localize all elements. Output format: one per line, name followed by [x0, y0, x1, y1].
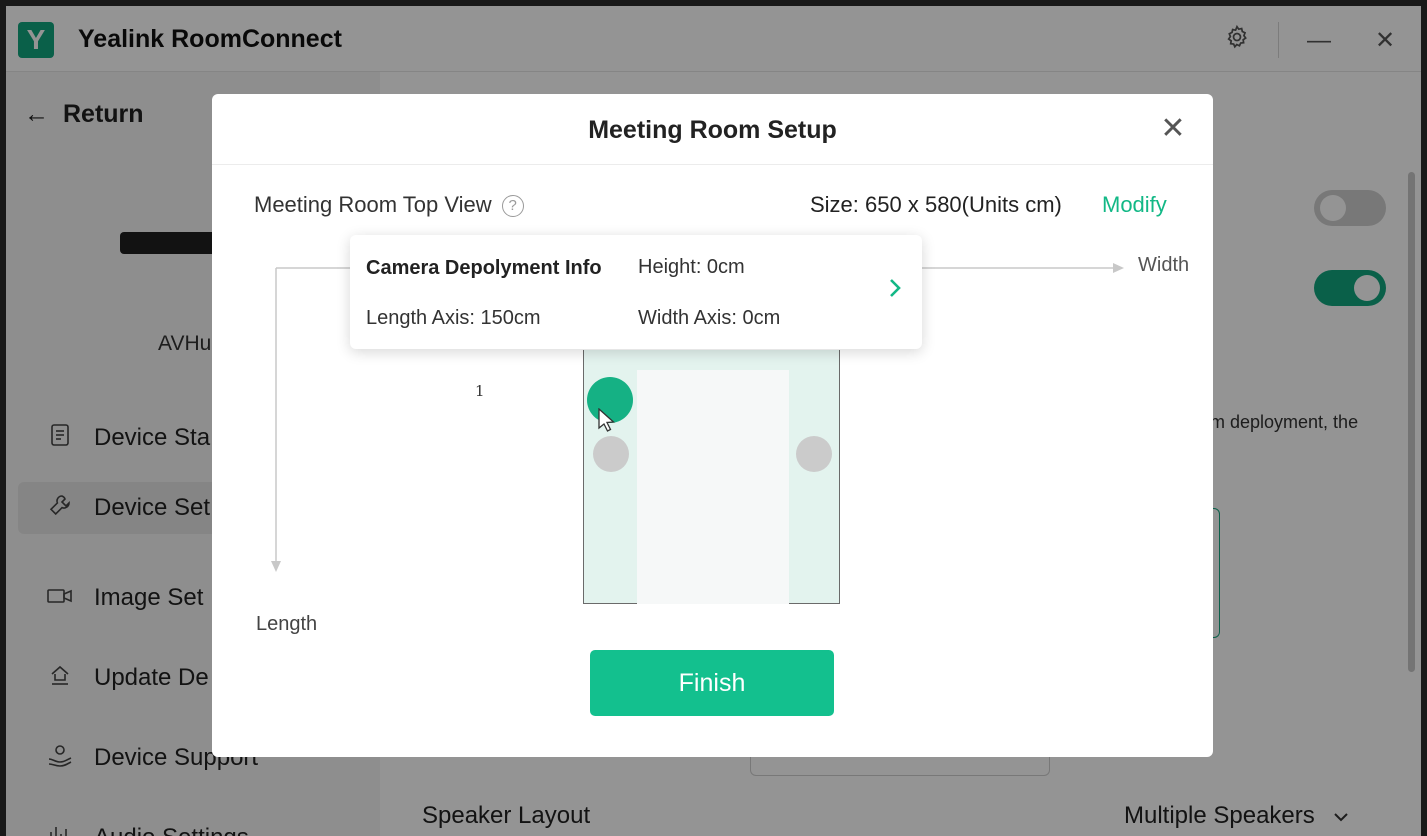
width-axis-label: Width [1138, 254, 1190, 276]
meeting-room-setup-dialog: Meeting Room Setup ✕ Meeting Room Top Vi… [212, 94, 1213, 757]
camera-length-axis: Length Axis: 150cm [366, 307, 541, 329]
camera-info-title: Camera Depolyment Info [366, 257, 602, 279]
camera-height: Height: 0cm [638, 256, 745, 278]
mouse-cursor-icon [598, 408, 616, 432]
finish-button[interactable]: Finish [590, 650, 834, 716]
chevron-right-icon[interactable] [888, 275, 902, 305]
length-axis-label: Length [256, 613, 318, 635]
seat-marker-left[interactable] [593, 436, 629, 472]
meeting-table [637, 370, 789, 604]
camera-info-card[interactable]: Camera Depolyment Info Height: 0cm Lengt… [350, 235, 922, 349]
room-top-view[interactable] [583, 350, 840, 604]
seat-marker-right[interactable] [796, 436, 832, 472]
width-axis-arrow [1113, 263, 1124, 273]
camera-number-label: 1 [475, 382, 485, 400]
camera-width-axis: Width Axis: 0cm [638, 307, 781, 329]
length-axis-arrow [271, 561, 281, 572]
